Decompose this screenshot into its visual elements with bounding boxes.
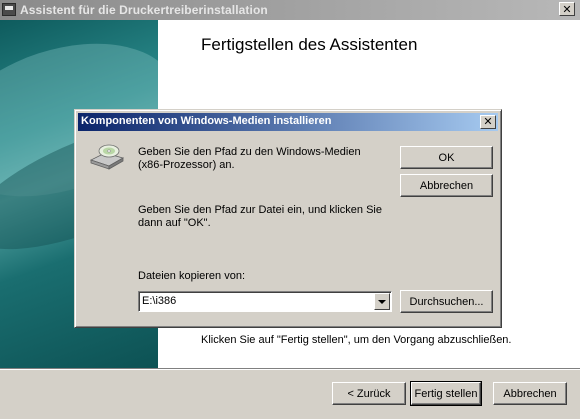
wizard-cancel-button[interactable]: Abbrechen: [493, 382, 567, 405]
dialog-title: Komponenten von Windows-Medien installie…: [81, 115, 332, 127]
wizard-heading: Fertigstellen des Assistenten: [201, 35, 418, 54]
close-icon: ✕: [483, 116, 493, 128]
window-title: Assistent für die Druckertreiberinstalla…: [20, 3, 268, 17]
path-instruction: Geben Sie den Pfad zu den Windows-Medien…: [138, 146, 361, 171]
dialog-title-bar[interactable]: Komponenten von Windows-Medien installie…: [78, 113, 498, 131]
copy-from-value[interactable]: E:\i386: [142, 295, 176, 307]
dialog-close-button[interactable]: ✕: [480, 115, 496, 129]
wizard-window: Assistent für die Druckertreiberinstalla…: [0, 0, 580, 419]
footer-separator: [0, 368, 580, 370]
copy-from-label: Dateien kopieren von:: [138, 270, 246, 282]
ok-instruction: Geben Sie den Pfad zur Datei ein, und kl…: [138, 204, 382, 229]
window-title-bar[interactable]: Assistent für die Druckertreiberinstalla…: [0, 0, 580, 20]
browse-button[interactable]: Durchsuchen...: [400, 290, 493, 313]
ok-button[interactable]: OK: [400, 146, 493, 169]
install-components-dialog: Komponenten von Windows-Medien installie…: [74, 109, 502, 328]
combobox-dropdown-button[interactable]: [374, 293, 390, 310]
printer-icon: [2, 3, 16, 16]
wizard-instruction: Klicken Sie auf "Fertig stellen", um den…: [201, 334, 512, 346]
finish-button[interactable]: Fertig stellen: [410, 381, 482, 406]
close-icon: ✕: [562, 4, 572, 16]
copy-from-combobox[interactable]: E:\i386: [138, 291, 392, 312]
dialog-cancel-button[interactable]: Abbrechen: [400, 174, 493, 197]
back-button[interactable]: < Zurück: [332, 382, 406, 405]
cd-drive-icon: [89, 144, 125, 170]
window-close-button[interactable]: ✕: [559, 2, 575, 16]
chevron-down-icon: [378, 299, 386, 304]
